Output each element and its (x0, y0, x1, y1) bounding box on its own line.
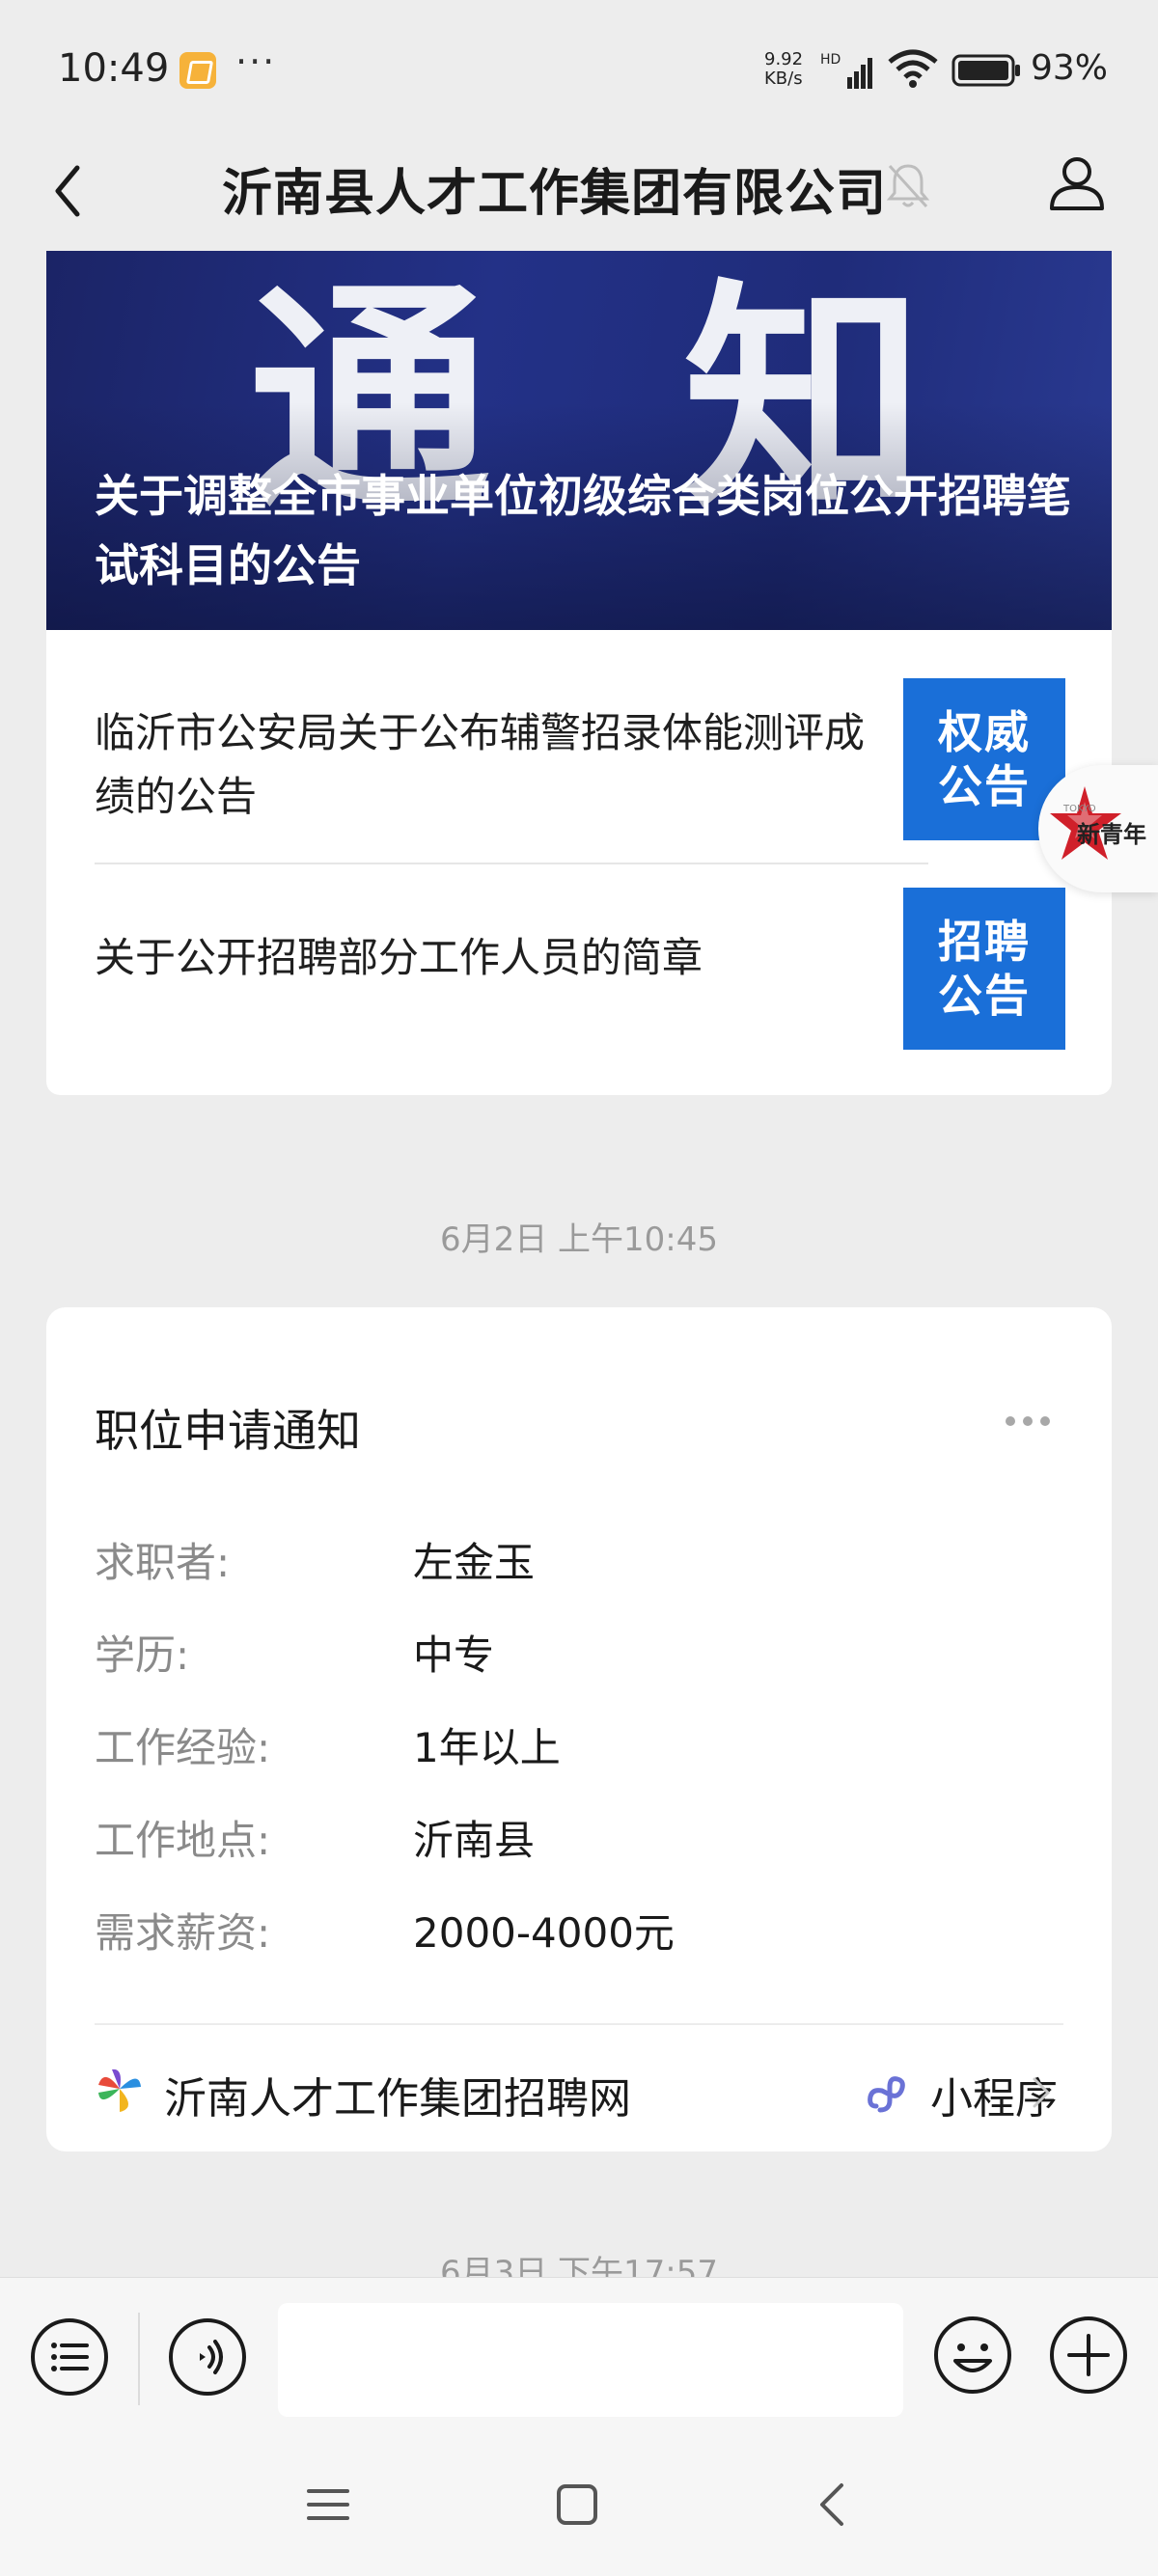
job-row-experience: 工作经验: 1年以上 (95, 1715, 1060, 1773)
mute-bell-icon (884, 158, 932, 216)
thumb-line-2: 公告 (938, 760, 1031, 812)
home-icon (557, 2484, 597, 2525)
message-input-bar (0, 2277, 1158, 2441)
article-item-title: 关于公开招聘部分工作人员的简章 (95, 934, 703, 981)
emoji-icon (934, 2316, 1011, 2394)
job-row-label: 学历: (95, 1631, 190, 1679)
thumb-line-1: 招聘 (938, 916, 1031, 968)
plus-icon (1050, 2316, 1127, 2394)
status-time: 10:49 (58, 46, 170, 91)
job-notification-card[interactable]: 职位申请通知 求职者: 左金玉 学历: 中专 工作经验: 1年以上 工作地点: … (46, 1307, 1112, 2151)
menu-toggle-button[interactable] (29, 2316, 110, 2401)
profile-button[interactable] (1042, 149, 1112, 222)
list-menu-icon (31, 2318, 108, 2396)
badge-label: 新青年 (1077, 821, 1146, 848)
notification-app-icon (179, 52, 216, 89)
job-row-label: 需求薪资: (95, 1909, 271, 1957)
job-row-value: 沂南县 (413, 1817, 536, 1864)
job-card-title: 职位申请通知 (95, 1405, 361, 1457)
nav-bar: 沂南县人才工作集团有限公司 (0, 135, 1158, 251)
mini-program-name: 沂南人才工作集团招聘网 (164, 2074, 631, 2124)
network-type: HD (820, 52, 841, 68)
recent-apps-icon (307, 2489, 349, 2520)
person-icon (1050, 157, 1104, 210)
back-arrow-icon (55, 165, 80, 217)
message-input[interactable] (278, 2303, 903, 2417)
thumb-line-1: 权威 (938, 706, 1031, 758)
input-bar-separator (138, 2313, 140, 2405)
voice-button[interactable] (167, 2316, 248, 2401)
battery-percent: 93% (1031, 48, 1109, 88)
recent-apps-button[interactable] (307, 2483, 349, 2530)
status-bar: 10:49 ··· 9.92 KB/s HD 93% (0, 0, 1158, 135)
network-speed: 9.92 KB/s (764, 50, 822, 89)
thumb-line-2: 公告 (938, 970, 1031, 1022)
more-options-icon[interactable] (1006, 1411, 1063, 1426)
badge-small-text: TOKYO (1063, 804, 1096, 814)
network-speed-value: 9.92 (764, 49, 804, 69)
banner-title: 关于调整全市事业单位初级综合类岗位公开招聘笔试科目的公告 (95, 470, 1071, 591)
home-button[interactable] (556, 2483, 598, 2530)
mini-program-icon (865, 2068, 915, 2122)
network-speed-unit: KB/s (764, 69, 803, 89)
article-banner[interactable]: 通 知 关于调整全市事业单位初级综合类岗位公开招聘笔试科目的公告 (46, 251, 1112, 630)
chevron-right-icon (1029, 2073, 1054, 2116)
job-card-divider (95, 2023, 1063, 2025)
job-row-value: 1年以上 (413, 1724, 561, 1771)
message-timestamp: 6月2日 上午10:45 (439, 1220, 719, 1259)
add-button[interactable] (1048, 2315, 1129, 2399)
job-row-value: 中专 (413, 1631, 495, 1679)
job-row-label: 工作地点: (95, 1817, 271, 1864)
signal-icon: HD (820, 52, 874, 95)
job-row-value: 2000-4000元 (413, 1909, 675, 1957)
article-thumb-2: 招聘 公告 (903, 888, 1065, 1050)
battery-icon (951, 54, 1023, 91)
system-back-button[interactable] (813, 2481, 851, 2532)
job-row-applicant: 求职者: 左金玉 (95, 1530, 1060, 1588)
article-card: 通 知 关于调整全市事业单位初级综合类岗位公开招聘笔试科目的公告 临沂市公安局关… (46, 251, 1112, 1095)
article-item-title: 临沂市公安局关于公布辅警招录体能测评成绩的公告 (95, 709, 866, 820)
talent-network-logo-icon (95, 2064, 145, 2118)
emoji-button[interactable] (932, 2315, 1013, 2399)
system-navigation-bar (0, 2441, 1158, 2576)
page-title: 沂南县人才工作集团有限公司 (222, 165, 888, 223)
wifi-icon (886, 48, 940, 93)
job-row-label: 求职者: (95, 1539, 231, 1586)
job-row-salary: 需求薪资: 2000-4000元 (95, 1901, 1060, 1959)
article-divider (95, 863, 928, 864)
job-row-value: 左金玉 (413, 1539, 536, 1586)
more-notifications-icon: ··· (235, 41, 277, 83)
floating-badge[interactable]: TOKYO 新青年 (1038, 765, 1158, 892)
job-row-education: 学历: 中专 (95, 1623, 1060, 1681)
mini-program-footer[interactable]: 沂南人才工作集团招聘网 小程序 (95, 2050, 1063, 2127)
voice-icon (169, 2318, 246, 2396)
back-button[interactable] (44, 154, 112, 222)
system-back-icon (820, 2483, 843, 2526)
job-row-label: 工作经验: (95, 1724, 271, 1771)
job-row-location: 工作地点: 沂南县 (95, 1808, 1060, 1866)
